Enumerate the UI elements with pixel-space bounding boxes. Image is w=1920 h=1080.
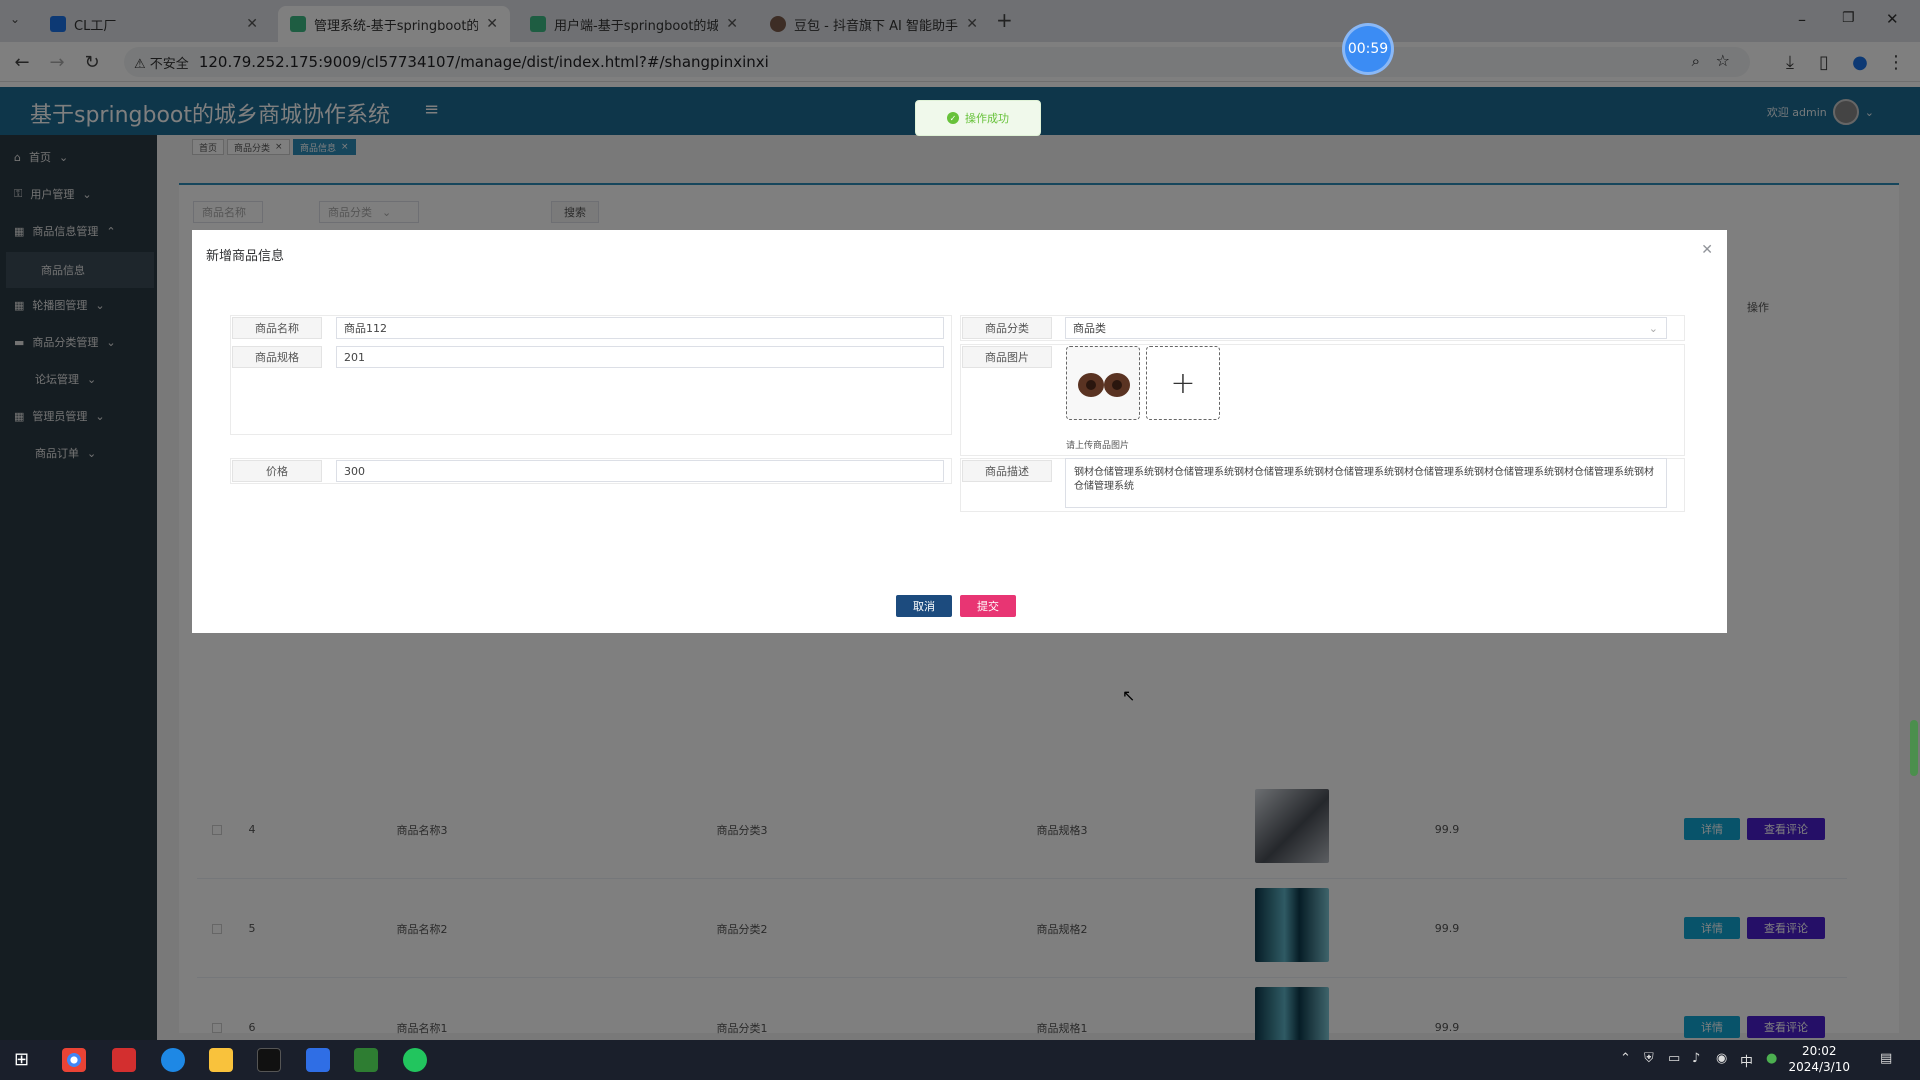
check-circle-icon: ✓ xyxy=(947,112,959,124)
name-label: 商品名称 xyxy=(232,317,322,339)
close-icon[interactable]: ✕ xyxy=(1701,242,1713,258)
uploaded-image[interactable] xyxy=(1066,346,1140,420)
clock-time: 20:02 xyxy=(1801,1044,1837,1058)
wps-icon[interactable] xyxy=(112,1048,136,1072)
plus-icon: + xyxy=(1170,365,1196,401)
category-value: 商品类 xyxy=(1073,322,1106,335)
mouse-cursor-icon: ↖ xyxy=(1122,686,1136,705)
product-photo-icon xyxy=(1078,373,1130,397)
clock-date: 2024/3/10 xyxy=(1788,1060,1850,1074)
wechat-icon[interactable] xyxy=(403,1048,427,1072)
chevron-down-icon: ⌄ xyxy=(1648,321,1658,335)
chrome-icon[interactable] xyxy=(62,1048,86,1072)
volume-icon[interactable]: ♪ xyxy=(1692,1051,1700,1066)
submit-button[interactable]: 提交 xyxy=(960,595,1016,617)
status-tray-icon[interactable]: ● xyxy=(1766,1051,1777,1066)
price-input[interactable]: 300 xyxy=(336,460,944,482)
ime-indicator[interactable]: 中 xyxy=(1740,1051,1753,1070)
tiktok-icon[interactable] xyxy=(257,1048,281,1072)
description-textarea[interactable]: 钢材仓储管理系统钢材仓储管理系统钢材仓储管理系统钢材仓储管理系统钢材仓储管理系统… xyxy=(1065,458,1667,508)
scroll-indicator[interactable] xyxy=(1910,720,1918,776)
category-select[interactable]: 商品类 ⌄ xyxy=(1065,317,1667,339)
shield-icon[interactable]: ⛨ xyxy=(1644,1051,1654,1066)
upload-add-button[interactable]: + xyxy=(1146,346,1220,420)
spec-input[interactable]: 201 xyxy=(336,346,944,368)
windows-start-icon[interactable]: ⊞ xyxy=(14,1049,29,1070)
tray-chevron-icon[interactable]: ⌃ xyxy=(1620,1051,1631,1066)
image-hint: 请上传商品图片 xyxy=(1066,441,1130,451)
image-label: 商品图片 xyxy=(962,346,1052,368)
notification-icon[interactable]: ▤ xyxy=(1880,1051,1892,1066)
app-tray-icon[interactable]: ◉ xyxy=(1716,1051,1727,1066)
file-explorer-icon[interactable] xyxy=(209,1048,233,1072)
cancel-button[interactable]: 取消 xyxy=(896,595,952,617)
dialog-title: 新增商品信息 xyxy=(206,249,285,264)
price-label: 价格 xyxy=(232,460,322,482)
name-input[interactable]: 商品112 xyxy=(336,317,944,339)
category-label: 商品分类 xyxy=(962,317,1052,339)
desc-label: 商品描述 xyxy=(962,460,1052,482)
spec-label: 商品规格 xyxy=(232,346,322,368)
recording-timer: 00:59 xyxy=(1345,26,1391,72)
video-app-icon[interactable] xyxy=(306,1048,330,1072)
network-icon[interactable]: ▭ xyxy=(1668,1051,1680,1066)
toast-message: 操作成功 xyxy=(965,112,1009,125)
clock[interactable]: 20:02 2024/3/10 xyxy=(1788,1043,1850,1075)
success-toast: ✓ 操作成功 xyxy=(915,100,1041,136)
add-product-dialog: 新增商品信息 ✕ 商品名称 商品112 商品规格 201 价格 300 商品分类… xyxy=(192,230,1727,633)
app-grid-icon[interactable] xyxy=(354,1048,378,1072)
browser-app-icon[interactable] xyxy=(161,1048,185,1072)
windows-taskbar: ⊞ ⌃ ⛨ ▭ ♪ ◉ 中 ● 20:02 2024/3/10 ▤ xyxy=(0,1040,1920,1080)
